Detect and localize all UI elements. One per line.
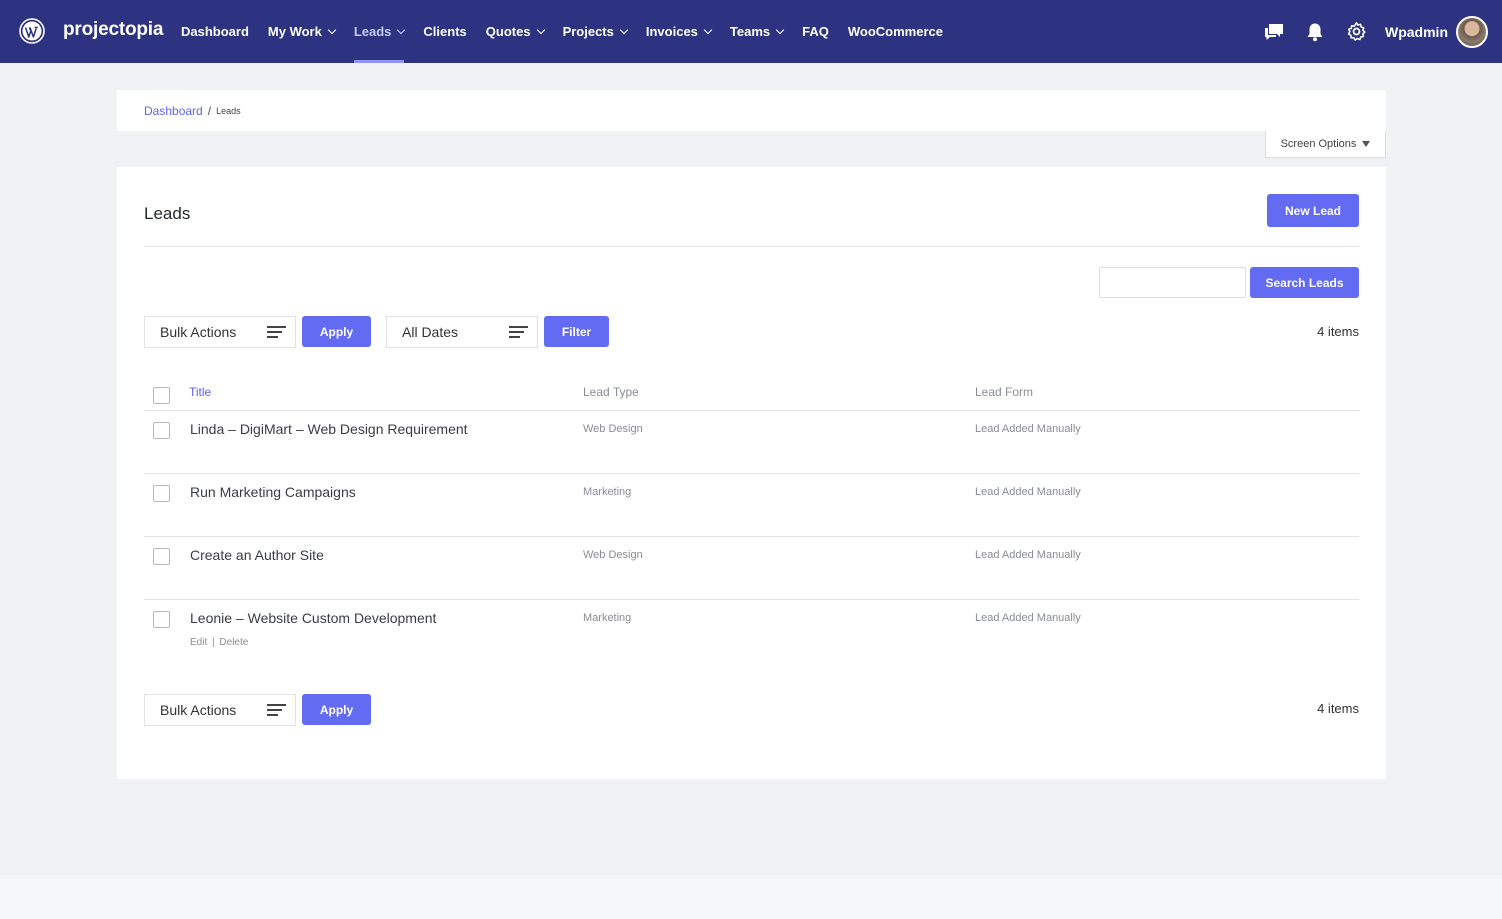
leads-table: Title Lead Type Lead Form Linda – DigiMa… xyxy=(144,377,1359,670)
nav-item-quotes[interactable]: Quotes xyxy=(485,0,545,63)
bulk-actions-select-bottom[interactable]: Bulk Actions xyxy=(144,694,296,726)
lead-type: Web Design xyxy=(583,549,643,561)
main-nav: Dashboard My Work Leads Clients Quotes P… xyxy=(181,0,962,63)
page-title: Leads xyxy=(144,204,191,223)
nav-label: Projects xyxy=(562,24,614,39)
table-row: Linda – DigiMart – Web Design Requiremen… xyxy=(144,411,1359,474)
top-right-controls: Wpadmin xyxy=(1244,0,1488,63)
lead-title-link[interactable]: Leonie – Website Custom Development xyxy=(190,610,436,626)
nav-item-faq[interactable]: FAQ xyxy=(802,0,829,63)
chevron-down-icon xyxy=(619,25,629,34)
select-value: Bulk Actions xyxy=(160,324,237,340)
divider xyxy=(144,246,1359,247)
lead-form: Lead Added Manually xyxy=(975,549,1081,561)
search-leads-button[interactable]: Search Leads xyxy=(1250,267,1359,298)
leads-panel: Leads New Lead Search Leads Bulk Actions… xyxy=(117,167,1386,779)
lead-form: Lead Added Manually xyxy=(975,612,1081,624)
screen-options-label: Screen Options xyxy=(1280,138,1357,150)
chevron-down-icon xyxy=(775,25,785,34)
table-row: Create an Author Site Web Design Lead Ad… xyxy=(144,537,1359,600)
dates-select[interactable]: All Dates xyxy=(386,316,538,348)
avatar[interactable] xyxy=(1456,15,1488,48)
nav-item-clients[interactable]: Clients xyxy=(423,0,466,63)
nav-label: Quotes xyxy=(485,24,531,39)
nav-label: WooCommerce xyxy=(847,24,943,39)
items-count-bottom: 4 items xyxy=(1317,701,1359,716)
lead-type: Marketing xyxy=(583,486,632,498)
chat-icon[interactable] xyxy=(1263,21,1285,43)
chevron-down-icon xyxy=(703,25,713,34)
sort-lines-icon xyxy=(267,326,286,339)
sort-lines-icon xyxy=(509,326,528,339)
lead-title-link[interactable]: Linda – DigiMart – Web Design Requiremen… xyxy=(190,421,468,437)
lead-type: Web Design xyxy=(583,423,643,435)
delete-link[interactable]: Delete xyxy=(219,637,248,648)
chevron-down-icon xyxy=(327,25,337,34)
chevron-down-icon xyxy=(397,25,406,34)
nav-label: Invoices xyxy=(645,24,698,39)
breadcrumb-link-dashboard[interactable]: Dashboard xyxy=(144,104,203,118)
bell-icon[interactable] xyxy=(1304,21,1326,43)
nav-label: Dashboard xyxy=(181,24,249,39)
nav-item-my-work[interactable]: My Work xyxy=(267,0,337,63)
row-checkbox[interactable] xyxy=(153,548,170,565)
select-all-checkbox[interactable] xyxy=(153,387,170,404)
table-header: Title Lead Type Lead Form xyxy=(144,377,1359,411)
nav-label: My Work xyxy=(267,24,322,39)
gear-icon[interactable] xyxy=(1345,21,1367,43)
search-input[interactable] xyxy=(1099,267,1246,298)
lead-form: Lead Added Manually xyxy=(975,486,1081,498)
nav-label: Teams xyxy=(729,24,771,39)
new-lead-button[interactable]: New Lead xyxy=(1267,194,1359,227)
nav-item-projects[interactable]: Projects xyxy=(562,0,629,63)
row-actions: Edit | Delete xyxy=(190,637,248,648)
sort-lines-icon xyxy=(267,704,286,717)
row-checkbox[interactable] xyxy=(153,485,170,502)
filter-button[interactable]: Filter xyxy=(544,316,609,347)
select-value: All Dates xyxy=(402,324,459,340)
lead-form: Lead Added Manually xyxy=(975,423,1081,435)
apply-button[interactable]: Apply xyxy=(302,316,371,347)
wordpress-logo-icon[interactable] xyxy=(19,18,45,44)
nav-item-teams[interactable]: Teams xyxy=(729,0,785,63)
column-header-lead-form: Lead Form xyxy=(975,385,1034,399)
chevron-down-icon xyxy=(536,25,545,34)
breadcrumb: Dashboard / Leads xyxy=(117,90,1386,131)
column-header-title[interactable]: Title xyxy=(189,385,211,399)
nav-label: FAQ xyxy=(802,24,829,39)
nav-item-dashboard[interactable]: Dashboard xyxy=(181,0,249,63)
lead-title-link[interactable]: Create an Author Site xyxy=(190,547,324,563)
select-value: Bulk Actions xyxy=(160,702,237,718)
column-header-lead-type: Lead Type xyxy=(583,385,639,399)
username[interactable]: Wpadmin xyxy=(1385,24,1448,40)
edit-link[interactable]: Edit xyxy=(190,637,207,648)
screen-options-button[interactable]: Screen Options xyxy=(1265,131,1386,158)
apply-button-bottom[interactable]: Apply xyxy=(302,694,371,725)
nav-item-invoices[interactable]: Invoices xyxy=(645,0,713,63)
nav-label: Clients xyxy=(423,24,467,39)
items-count: 4 items xyxy=(1317,324,1359,339)
table-row: Leonie – Website Custom Development Mark… xyxy=(144,600,1359,670)
row-checkbox[interactable] xyxy=(153,422,170,439)
bulk-actions-select[interactable]: Bulk Actions xyxy=(144,316,296,348)
brand-name[interactable]: projectopia xyxy=(63,19,163,41)
lead-type: Marketing xyxy=(583,612,632,624)
nav-label: Leads xyxy=(353,24,392,39)
lead-title-link[interactable]: Run Marketing Campaigns xyxy=(190,484,356,500)
nav-item-leads[interactable]: Leads xyxy=(353,0,406,63)
table-row: Run Marketing Campaigns Marketing Lead A… xyxy=(144,474,1359,537)
breadcrumb-current: Leads xyxy=(216,105,241,116)
top-navigation-bar: projectopia Dashboard My Work Leads Clie… xyxy=(0,0,1502,63)
row-actions-separator: | xyxy=(212,637,215,648)
nav-item-woocommerce[interactable]: WooCommerce xyxy=(848,0,943,63)
caret-down-icon xyxy=(1362,141,1371,147)
row-checkbox[interactable] xyxy=(153,611,170,628)
breadcrumb-separator: / xyxy=(207,103,212,118)
